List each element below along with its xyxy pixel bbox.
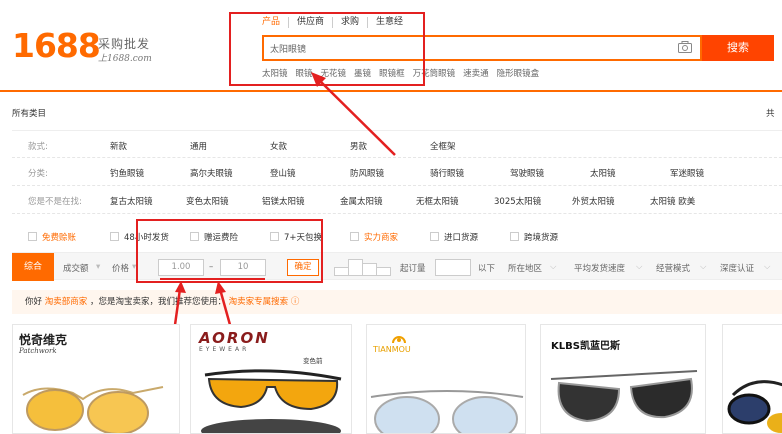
product-brand: 悦奇维克	[19, 333, 68, 347]
product-brand: KLBS凯蓝巴斯	[551, 341, 620, 352]
glasses-image	[201, 369, 342, 433]
brand-logo-icon	[392, 336, 406, 344]
product-card[interactable]: TIANMOU	[366, 324, 526, 434]
product-card[interactable]: KLBS凯蓝巴斯	[540, 324, 706, 434]
glasses-image	[550, 370, 698, 423]
glasses-image	[727, 380, 782, 433]
product-brand: AORON	[199, 329, 270, 347]
product-card[interactable]	[722, 324, 782, 434]
product-brand-sub: Patchwork	[19, 347, 57, 355]
glasses-image	[370, 390, 524, 433]
product-card[interactable]: AORON EYEWEAR 变色前	[190, 324, 352, 434]
product-tag: 变色前	[303, 357, 323, 365]
glasses-image	[22, 386, 164, 433]
product-card[interactable]: 悦奇维克 Patchwork	[12, 324, 180, 434]
product-brand-sub: EYEWEAR	[199, 346, 250, 353]
product-brand: TIANMOU	[373, 345, 411, 354]
